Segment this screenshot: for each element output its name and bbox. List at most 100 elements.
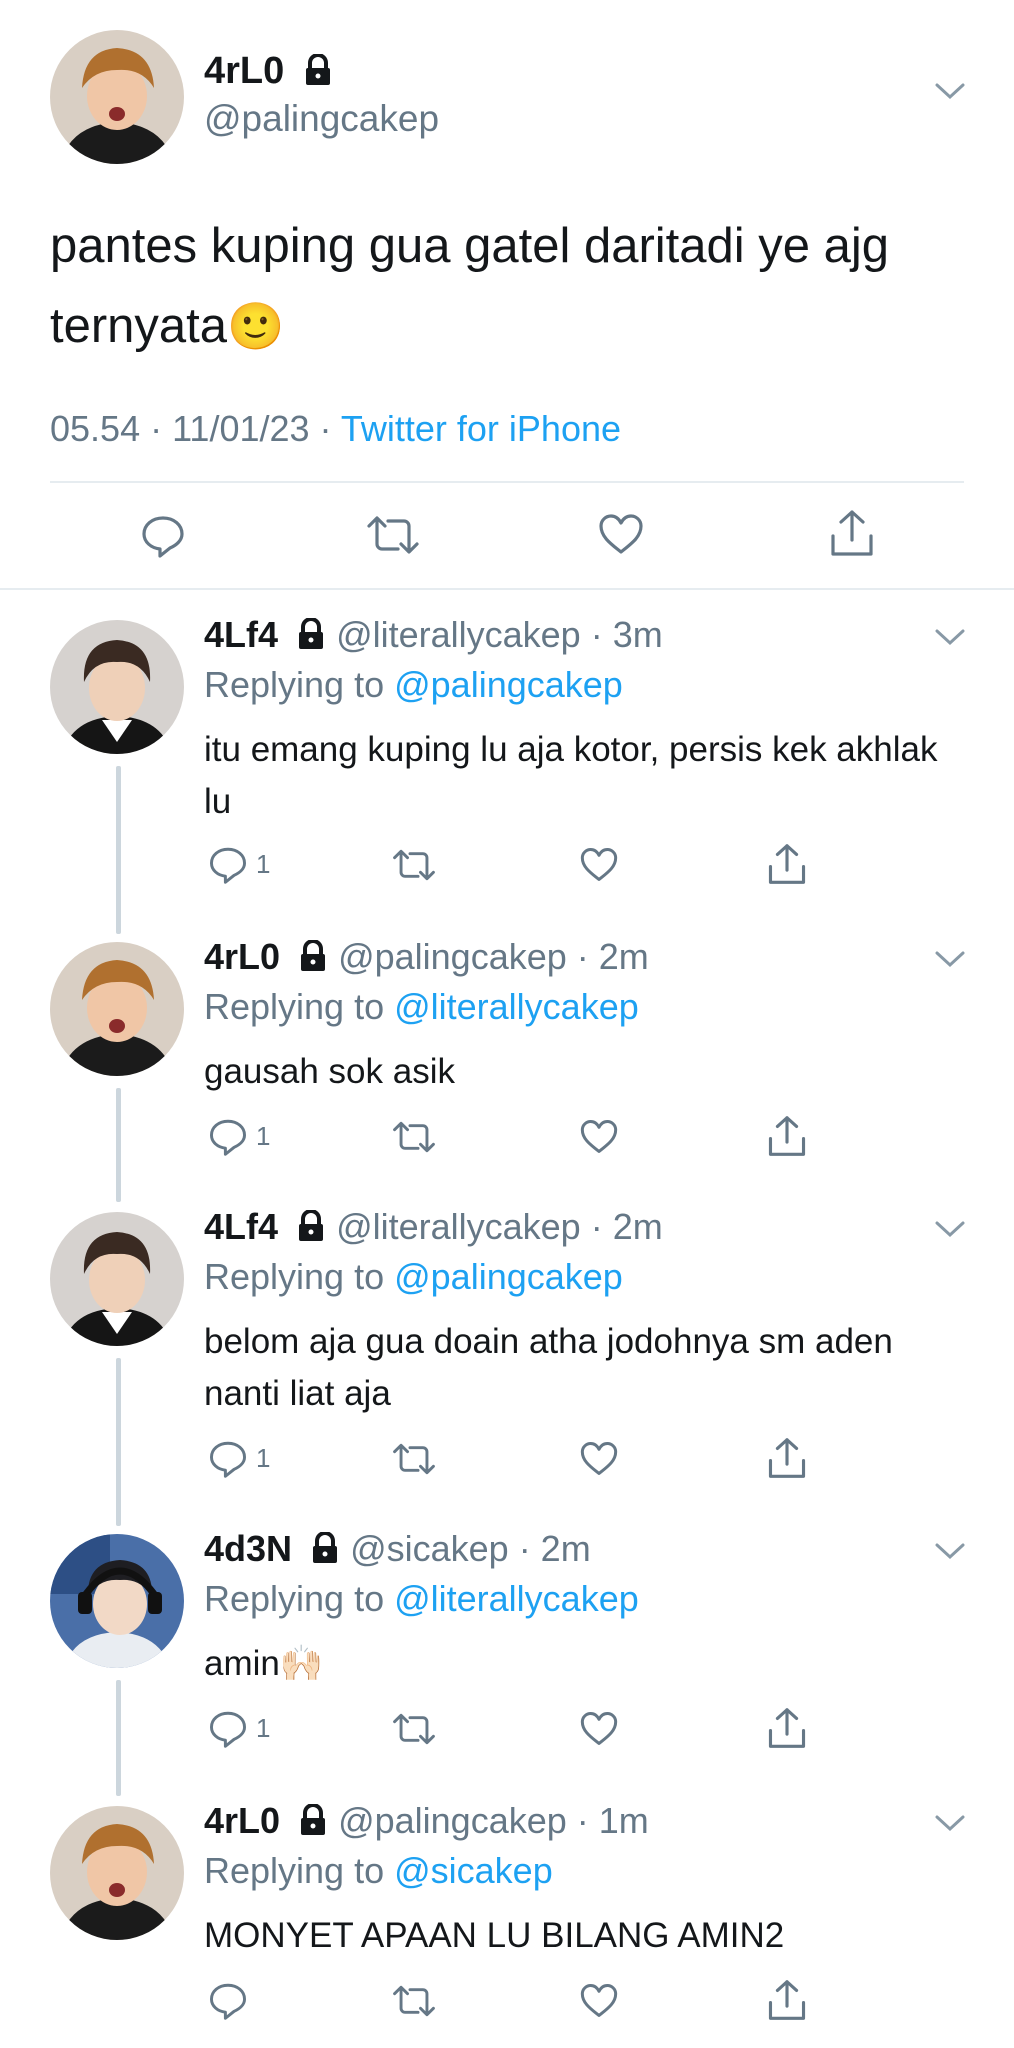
replying-to-link[interactable]: @literallycakep — [394, 986, 639, 1027]
timestamp: · 2m — [590, 1206, 663, 1247]
reply-icon — [210, 1983, 246, 2020]
display-name[interactable]: 4rL0 — [204, 936, 280, 977]
share-button[interactable] — [767, 842, 807, 886]
display-name[interactable]: 4d3N — [204, 1528, 292, 1569]
retweet-button[interactable] — [392, 1120, 436, 1154]
chevron-down-icon[interactable] — [934, 628, 966, 653]
like-icon — [580, 1120, 618, 1153]
retweet-button[interactable] — [392, 1442, 436, 1476]
slightly-smiling-emoji: 🙂 — [227, 300, 285, 352]
reply-button[interactable]: 1 — [208, 1438, 270, 1478]
lock-icon — [298, 1803, 328, 1845]
timestamp: · 2m — [576, 936, 649, 977]
display-name[interactable]: 4Lf4 — [204, 1206, 278, 1247]
like-icon — [580, 848, 618, 881]
share-icon — [831, 510, 873, 556]
reply-text: MONYET APAAN LU BILANG AMIN2 — [204, 1916, 785, 1955]
retweet-icon — [393, 1443, 435, 1475]
avatar[interactable] — [50, 1534, 184, 1668]
replying-to-link[interactable]: @sicakep — [394, 1850, 553, 1891]
replying-to-label: Replying to — [204, 1256, 395, 1297]
replying-to-label: Replying to — [204, 664, 395, 705]
like-button[interactable] — [579, 1982, 619, 2019]
replying-to-link[interactable]: @literallycakep — [394, 1578, 639, 1619]
share-icon — [768, 1438, 806, 1478]
lock-icon — [303, 53, 333, 96]
avatar[interactable] — [50, 942, 184, 1076]
replying-to-link[interactable]: @palingcakep — [394, 664, 623, 705]
like-button[interactable] — [579, 1118, 619, 1155]
chevron-down-icon[interactable] — [934, 950, 966, 975]
retweet-icon — [393, 1121, 435, 1153]
display-name[interactable]: 4rL0 — [204, 50, 284, 92]
share-icon — [768, 1708, 806, 1748]
share-icon — [768, 1980, 806, 2020]
chevron-down-icon[interactable] — [934, 82, 966, 107]
lock-icon — [296, 617, 326, 659]
reply-text: belom aja gua doain atha jodohnya sm ade… — [204, 1322, 893, 1413]
handle[interactable]: @literallycakep — [336, 1206, 581, 1247]
reply-button[interactable]: 1 — [208, 844, 270, 884]
reply-button[interactable] — [140, 512, 186, 558]
timestamp: · 2m — [518, 1528, 591, 1569]
reply-text: itu emang kuping lu aja kotor, persis ke… — [204, 730, 938, 821]
reply-text: gausah sok asik — [204, 1052, 455, 1091]
share-button[interactable] — [767, 1114, 807, 1158]
lock-icon — [310, 1531, 340, 1573]
handle[interactable]: @literallycakep — [336, 614, 581, 655]
chevron-down-icon[interactable] — [934, 1814, 966, 1839]
reply-count: 1 — [256, 1712, 271, 1743]
reply-count: 1 — [256, 1442, 271, 1473]
retweet-button[interactable] — [392, 1984, 436, 2018]
retweet-button[interactable] — [392, 1712, 436, 1746]
retweet-icon — [393, 849, 435, 881]
retweet-button[interactable] — [366, 514, 420, 556]
like-button[interactable] — [579, 1440, 619, 1477]
display-name[interactable]: 4Lf4 — [204, 614, 278, 655]
like-button[interactable] — [579, 846, 619, 883]
avatar[interactable] — [50, 1212, 184, 1346]
retweet-icon — [367, 516, 419, 554]
replying-to-link[interactable]: @palingcakep — [394, 1256, 623, 1297]
chevron-down-icon[interactable] — [934, 1220, 966, 1245]
like-icon — [599, 514, 643, 554]
retweet-icon — [393, 1985, 435, 2017]
share-button[interactable] — [767, 1978, 807, 2022]
timestamp: · 3m — [590, 614, 663, 655]
divider — [50, 481, 964, 483]
share-button[interactable] — [767, 1436, 807, 1480]
reply-icon — [210, 1119, 246, 1156]
share-button[interactable] — [829, 508, 875, 558]
reply-button[interactable]: 1 — [208, 1708, 270, 1748]
replying-to-label: Replying to — [204, 1850, 395, 1891]
lock-icon — [298, 939, 328, 981]
share-icon — [768, 844, 806, 884]
avatar[interactable] — [50, 620, 184, 754]
handle[interactable]: @palingcakep — [338, 1800, 567, 1841]
reply-button[interactable]: 1 — [208, 1116, 270, 1156]
thread-line — [116, 1358, 121, 1526]
like-button[interactable] — [579, 1710, 619, 1747]
replying-to-label: Replying to — [204, 1578, 395, 1619]
like-icon — [580, 1984, 618, 2017]
display-name[interactable]: 4rL0 — [204, 1800, 280, 1841]
thread-line — [116, 1680, 121, 1796]
replying-to-label: Replying to — [204, 986, 395, 1027]
handle[interactable]: @sicakep — [350, 1528, 509, 1569]
avatar[interactable] — [50, 1806, 184, 1940]
like-button[interactable] — [597, 512, 645, 556]
handle[interactable]: @palingcakep — [204, 98, 439, 140]
tweet-source-link[interactable]: Twitter for iPhone — [341, 408, 621, 449]
reply-button[interactable] — [208, 1980, 256, 2020]
timestamp: · 1m — [576, 1800, 649, 1841]
avatar[interactable] — [50, 30, 184, 164]
reply-count: 1 — [256, 1120, 271, 1151]
reply-text: amin🙌🏻 — [204, 1644, 324, 1683]
tweet-timestamp: 05.54 · 11/01/23 · — [50, 408, 341, 449]
retweet-button[interactable] — [392, 848, 436, 882]
chevron-down-icon[interactable] — [934, 1542, 966, 1567]
reply-icon — [210, 1711, 246, 1748]
like-icon — [580, 1712, 618, 1745]
handle[interactable]: @palingcakep — [338, 936, 567, 977]
share-button[interactable] — [767, 1706, 807, 1750]
